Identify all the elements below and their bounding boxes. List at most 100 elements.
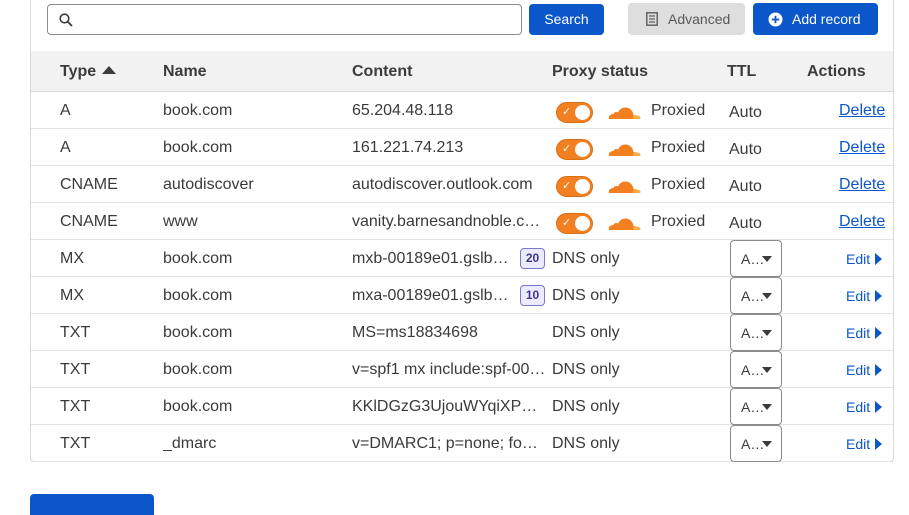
ttl-value: Auto <box>729 141 762 158</box>
table-row: CNAME www vanity.barnesandnoble.c… ✓ Proxied… <box>31 203 893 240</box>
edit-link[interactable]: Edit <box>846 436 883 452</box>
proxy-toggle[interactable]: ✓ <box>556 139 593 160</box>
record-name: book.com <box>163 398 233 415</box>
edit-link[interactable]: Edit <box>846 325 883 341</box>
cloud-icon <box>608 181 641 193</box>
chevron-down-icon <box>762 367 772 373</box>
save-button[interactable] <box>30 494 154 515</box>
record-name: www <box>163 213 198 230</box>
ttl-select[interactable]: A… <box>730 351 782 388</box>
header-name[interactable]: Name <box>163 63 207 81</box>
search-box[interactable] <box>47 4 522 35</box>
header-type-label: Type <box>60 63 97 80</box>
record-name: _dmarc <box>163 435 217 452</box>
record-name: book.com <box>163 287 233 304</box>
edit-label: Edit <box>846 399 871 415</box>
edit-link[interactable]: Edit <box>846 251 883 267</box>
header-proxy-status[interactable]: Proxy status <box>552 63 648 81</box>
check-icon: ✓ <box>562 106 572 118</box>
cloud-icon <box>608 218 641 230</box>
proxy-status-label: DNS only <box>552 398 620 415</box>
table-header: Type Name Content Proxy status TTL Actio… <box>31 51 893 92</box>
ttl-select[interactable]: A… <box>730 277 782 314</box>
sort-ascending-icon <box>102 66 117 74</box>
ttl-select[interactable]: A… <box>730 240 782 277</box>
add-record-label: Add record <box>792 11 861 27</box>
record-type: CNAME <box>60 213 118 230</box>
ttl-select[interactable]: A… <box>730 314 782 351</box>
delete-link[interactable]: Delete <box>839 139 885 157</box>
toggle-knob <box>575 179 590 194</box>
advanced-button[interactable]: Advanced <box>628 3 745 35</box>
proxy-status-label: DNS only <box>552 324 620 341</box>
search-input[interactable] <box>82 9 512 31</box>
ttl-select-value: A… <box>741 436 765 452</box>
edit-link[interactable]: Edit <box>846 362 883 378</box>
record-type: TXT <box>60 324 91 341</box>
record-type: A <box>60 139 71 156</box>
chevron-down-icon <box>762 293 772 299</box>
proxy-status-label: DNS only <box>552 435 620 452</box>
document-icon <box>646 12 658 26</box>
dns-toolbar: Search Advanced Add record <box>31 0 893 51</box>
record-type: TXT <box>60 361 91 378</box>
advanced-label: Advanced <box>668 11 731 27</box>
proxy-toggle[interactable]: ✓ <box>556 102 593 123</box>
check-icon: ✓ <box>562 180 572 192</box>
table-row: Abook.com 65.204.48.118 ✓ Proxied Auto Delete <box>31 92 893 129</box>
ttl-select-value: A… <box>741 399 765 415</box>
delete-link[interactable]: Delete <box>839 213 885 231</box>
record-content: 65.204.48.118 <box>352 102 454 119</box>
ttl-select-value: A… <box>741 288 765 304</box>
record-name: book.com <box>163 361 233 378</box>
proxy-status-label: Proxied <box>651 139 706 156</box>
proxy-status-label: Proxied <box>651 176 706 193</box>
header-content[interactable]: Content <box>352 63 412 81</box>
record-name: autodiscover <box>163 176 254 193</box>
search-button[interactable]: Search <box>529 4 604 35</box>
proxy-status-label: Proxied <box>651 102 706 119</box>
table-row: Abook.com 161.221.74.213 ✓ Proxied Auto Delet… <box>31 129 893 166</box>
record-type: TXT <box>60 398 91 415</box>
record-type: TXT <box>60 435 91 452</box>
table-row: TXT book.com KKlDGzG3UjouWYqiXPEi… DNS only… <box>31 388 893 425</box>
header-type[interactable]: Type <box>60 63 117 81</box>
table-row: TXT book.com v=spf1 mx include:spf-00… DNS … <box>31 351 893 388</box>
record-type: MX <box>60 250 84 267</box>
caret-right-icon <box>875 290 883 302</box>
edit-label: Edit <box>846 362 871 378</box>
priority-badge: 10 <box>520 285 545 306</box>
proxy-toggle[interactable]: ✓ <box>556 176 593 197</box>
ttl-select-value: A… <box>741 251 765 267</box>
edit-label: Edit <box>846 436 871 452</box>
toggle-knob <box>575 105 590 120</box>
record-type: A <box>60 102 71 119</box>
record-content: autodiscover.outlook.com <box>352 176 533 193</box>
header-ttl[interactable]: TTL <box>727 63 756 81</box>
proxy-toggle[interactable]: ✓ <box>556 213 593 234</box>
delete-link[interactable]: Delete <box>839 176 885 194</box>
record-type: CNAME <box>60 176 118 193</box>
caret-right-icon <box>875 438 883 450</box>
dns-records-panel: Search Advanced Add record Type Name Con… <box>30 0 894 462</box>
chevron-down-icon <box>762 330 772 336</box>
edit-link[interactable]: Edit <box>846 288 883 304</box>
record-content: mxb-00189e01.gslb.p… <box>352 250 510 267</box>
edit-link[interactable]: Edit <box>846 399 883 415</box>
toggle-knob <box>575 142 590 157</box>
table-row: MX book.com mxa-00189e01.gslb.p… 10 DNS only… <box>31 277 893 314</box>
chevron-down-icon <box>762 256 772 262</box>
ttl-select[interactable]: A… <box>730 388 782 425</box>
chevron-down-icon <box>762 404 772 410</box>
table-row: TXT _dmarc v=DMARC1; p=none; fo=… DNS only A… <box>31 425 893 462</box>
proxy-status-label: DNS only <box>552 361 620 378</box>
chevron-down-icon <box>762 441 772 447</box>
proxy-status-label: DNS only <box>552 250 620 267</box>
add-record-button[interactable]: Add record <box>753 3 878 35</box>
delete-link[interactable]: Delete <box>839 102 885 120</box>
priority-badge: 20 <box>520 248 545 269</box>
ttl-value: Auto <box>729 178 762 195</box>
record-content: vanity.barnesandnoble.c… <box>352 213 541 230</box>
check-icon: ✓ <box>562 143 572 155</box>
ttl-select[interactable]: A… <box>730 425 782 462</box>
